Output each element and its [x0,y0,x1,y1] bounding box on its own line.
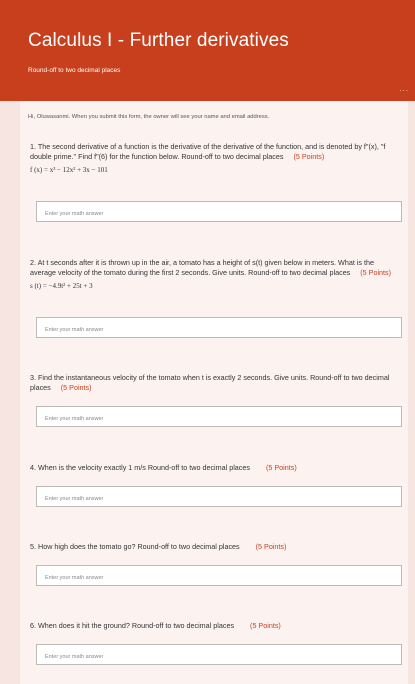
question-points: (5 Points) [266,463,297,472]
answer-field-2[interactable] [36,317,402,340]
question-points: (5 Points) [293,152,325,161]
answer-field-1[interactable] [36,201,402,224]
question-text: How high does the tomato go? Round-off t… [38,542,240,551]
question-1: 1. The second derivative of a function i… [30,142,398,175]
question-formula: s (t) = −4.9t² + 25t + 3 [30,282,93,290]
question-number: 3. [30,373,36,382]
answer-input-6[interactable] [37,647,401,667]
answer-field-3[interactable] [36,406,402,429]
form-header: Calculus I - Further derivatives Round-o… [0,0,415,101]
more-options-icon[interactable]: ... [399,84,409,93]
answer-input-1[interactable] [37,204,401,224]
question-text: When is the velocity exactly 1 m/s Round… [38,463,250,472]
question-text: At t seconds after it is thrown up in th… [30,258,374,277]
question-2: 2. At t seconds after it is thrown up in… [30,258,398,291]
question-number: 5. [30,542,36,551]
answer-field-5[interactable] [36,565,402,588]
question-3: 3. Find the instantaneous velocity of th… [30,373,398,393]
question-formula: f (x) = x³ − 12x² + 3x − 101 [30,166,108,174]
question-number: 6. [30,621,36,630]
answer-input-4[interactable] [37,489,401,509]
question-points: (5 Points) [360,268,392,277]
form-subtitle: Round-off to two decimal places [28,67,121,74]
answer-field-6[interactable] [36,644,402,667]
question-points: (5 Points) [255,542,287,551]
answer-input-2[interactable] [37,320,401,340]
question-number: 4. [30,463,36,472]
question-text: When does it hit the ground? Round-off t… [38,621,235,630]
greeting-notice: Hi, Oluwasanmi. When you submit this for… [28,114,270,120]
question-text: The second derivative of a function is t… [30,142,386,161]
question-5: 5. How high does the tomato go? Round-of… [30,542,398,552]
question-points: (5 Points) [250,621,281,630]
answer-field-4[interactable] [36,486,402,509]
form-title: Calculus I - Further derivatives [28,30,289,51]
answer-input-5[interactable] [37,568,401,588]
question-4: 4. When is the velocity exactly 1 m/s Ro… [30,463,398,473]
answer-input-3[interactable] [37,409,401,429]
question-number: 2. [30,258,36,267]
question-points: (5 Points) [60,383,92,392]
question-number: 1. [30,142,36,151]
question-6: 6. When does it hit the ground? Round-of… [30,621,398,631]
